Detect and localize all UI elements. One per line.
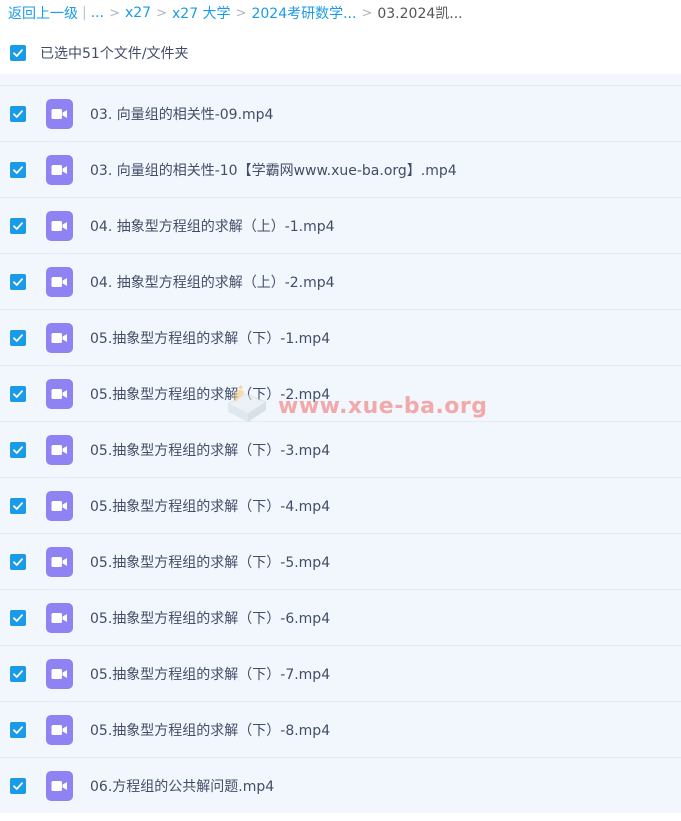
back-link[interactable]: 返回上一级 (8, 3, 78, 23)
file-checkbox[interactable] (10, 609, 26, 626)
checkmark-icon (13, 445, 23, 454)
video-file-icon (46, 714, 73, 745)
file-name[interactable]: 05.抽象型方程组的求解（下）-3.mp4 (90, 440, 330, 460)
video-file-icon (46, 434, 73, 465)
chevron-right-icon: > (361, 5, 373, 21)
file-checkbox[interactable] (10, 777, 26, 794)
video-file-icon (46, 770, 73, 801)
file-row[interactable]: 05.抽象型方程组的求解（下）-5.mp4 (0, 533, 681, 589)
video-file-icon (46, 378, 73, 409)
file-list: 03. 向量组的相关性-09.mp4 03. 向量组的相关性-10【学霸网www.… (0, 74, 681, 813)
file-checkbox[interactable] (10, 273, 26, 290)
checkmark-icon (13, 613, 23, 622)
file-name[interactable]: 05.抽象型方程组的求解（下）-5.mp4 (90, 552, 330, 572)
file-checkbox[interactable] (10, 441, 26, 458)
file-name[interactable]: 03. 向量组的相关性-09.mp4 (90, 104, 273, 124)
file-row[interactable]: 04. 抽象型方程组的求解（上）-2.mp4 (0, 253, 681, 309)
video-file-icon (46, 266, 73, 297)
file-row[interactable]: 06.方程组的公共解问题.mp4 (0, 757, 681, 813)
file-name[interactable]: 05.抽象型方程组的求解（下）-8.mp4 (90, 720, 330, 740)
checkmark-icon (13, 333, 23, 342)
file-name[interactable]: 05.抽象型方程组的求解（下）-1.mp4 (90, 328, 330, 348)
file-name[interactable]: 05.抽象型方程组的求解（下）-7.mp4 (90, 664, 330, 684)
checkmark-icon (13, 725, 23, 734)
file-row[interactable]: 05.抽象型方程组的求解（下）-3.mp4 (0, 421, 681, 477)
file-checkbox[interactable] (10, 329, 26, 346)
chevron-right-icon: > (109, 5, 120, 21)
breadcrumb-item[interactable]: x27 大学 (172, 3, 231, 23)
file-row[interactable]: 03. 向量组的相关性-09.mp4 (0, 85, 681, 141)
video-file-icon (46, 210, 73, 241)
video-file-icon (46, 322, 73, 353)
video-file-icon (46, 490, 73, 521)
file-checkbox[interactable] (10, 217, 26, 234)
file-row[interactable]: 05.抽象型方程组的求解（下）-7.mp4 (0, 645, 681, 701)
file-checkbox[interactable] (10, 161, 26, 178)
breadcrumb-divider: | (82, 5, 87, 21)
file-row[interactable]: 05.抽象型方程组的求解（下）-6.mp4 (0, 589, 681, 645)
file-name[interactable]: 05.抽象型方程组的求解（下）-6.mp4 (90, 608, 330, 628)
file-name[interactable]: 04. 抽象型方程组的求解（上）-1.mp4 (90, 216, 335, 236)
breadcrumb-item[interactable]: 2024考研数学... (251, 3, 356, 23)
file-row[interactable]: 05.抽象型方程组的求解（下）-8.mp4 (0, 701, 681, 757)
file-checkbox[interactable] (10, 665, 26, 682)
checkmark-icon (13, 669, 23, 678)
file-checkbox[interactable] (10, 553, 26, 570)
selection-bar: 已选中51个文件/文件夹 (0, 38, 681, 68)
checkmark-icon (13, 501, 23, 510)
file-checkbox[interactable] (10, 105, 26, 122)
file-checkbox[interactable] (10, 497, 26, 514)
checkmark-icon (13, 165, 23, 174)
file-row[interactable]: 05.抽象型方程组的求解（下）-4.mp4 (0, 477, 681, 533)
file-checkbox[interactable] (10, 721, 26, 738)
file-row[interactable]: 04. 抽象型方程组的求解（上）-1.mp4 (0, 197, 681, 253)
file-row[interactable]: 05.抽象型方程组的求解（下）-1.mp4 (0, 309, 681, 365)
breadcrumb-ellipsis[interactable]: ... (91, 5, 104, 21)
select-all-checkbox[interactable] (10, 45, 26, 61)
file-name[interactable]: 04. 抽象型方程组的求解（上）-2.mp4 (90, 272, 335, 292)
checkmark-icon (13, 389, 23, 398)
checkmark-icon (13, 109, 23, 118)
checkmark-icon (13, 781, 23, 790)
video-file-icon (46, 658, 73, 689)
breadcrumb: 返回上一级 | ... > x27 > x27 大学 > 2024考研数学...… (8, 0, 463, 26)
file-name[interactable]: 05.抽象型方程组的求解（下）-2.mp4 (90, 384, 330, 404)
checkmark-icon (13, 277, 23, 286)
file-name[interactable]: 05.抽象型方程组的求解（下）-4.mp4 (90, 496, 330, 516)
file-row[interactable]: 03. 向量组的相关性-10【学霸网www.xue-ba.org】.mp4 (0, 141, 681, 197)
breadcrumb-current: 03.2024凯... (377, 6, 463, 22)
checkmark-icon (13, 557, 23, 566)
video-file-icon (46, 602, 73, 633)
breadcrumb-item[interactable]: x27 (125, 5, 151, 21)
selection-count-label: 已选中51个文件/文件夹 (40, 46, 189, 62)
file-name[interactable]: 06.方程组的公共解问题.mp4 (90, 776, 274, 796)
video-file-icon (46, 546, 73, 577)
chevron-right-icon: > (156, 5, 167, 21)
file-name[interactable]: 03. 向量组的相关性-10【学霸网www.xue-ba.org】.mp4 (90, 160, 457, 180)
checkmark-icon (13, 49, 23, 57)
file-checkbox[interactable] (10, 385, 26, 402)
chevron-right-icon: > (235, 5, 247, 21)
file-row[interactable]: 05.抽象型方程组的求解（下）-2.mp4 (0, 365, 681, 421)
video-file-icon (46, 98, 73, 129)
video-file-icon (46, 154, 73, 185)
checkmark-icon (13, 221, 23, 230)
